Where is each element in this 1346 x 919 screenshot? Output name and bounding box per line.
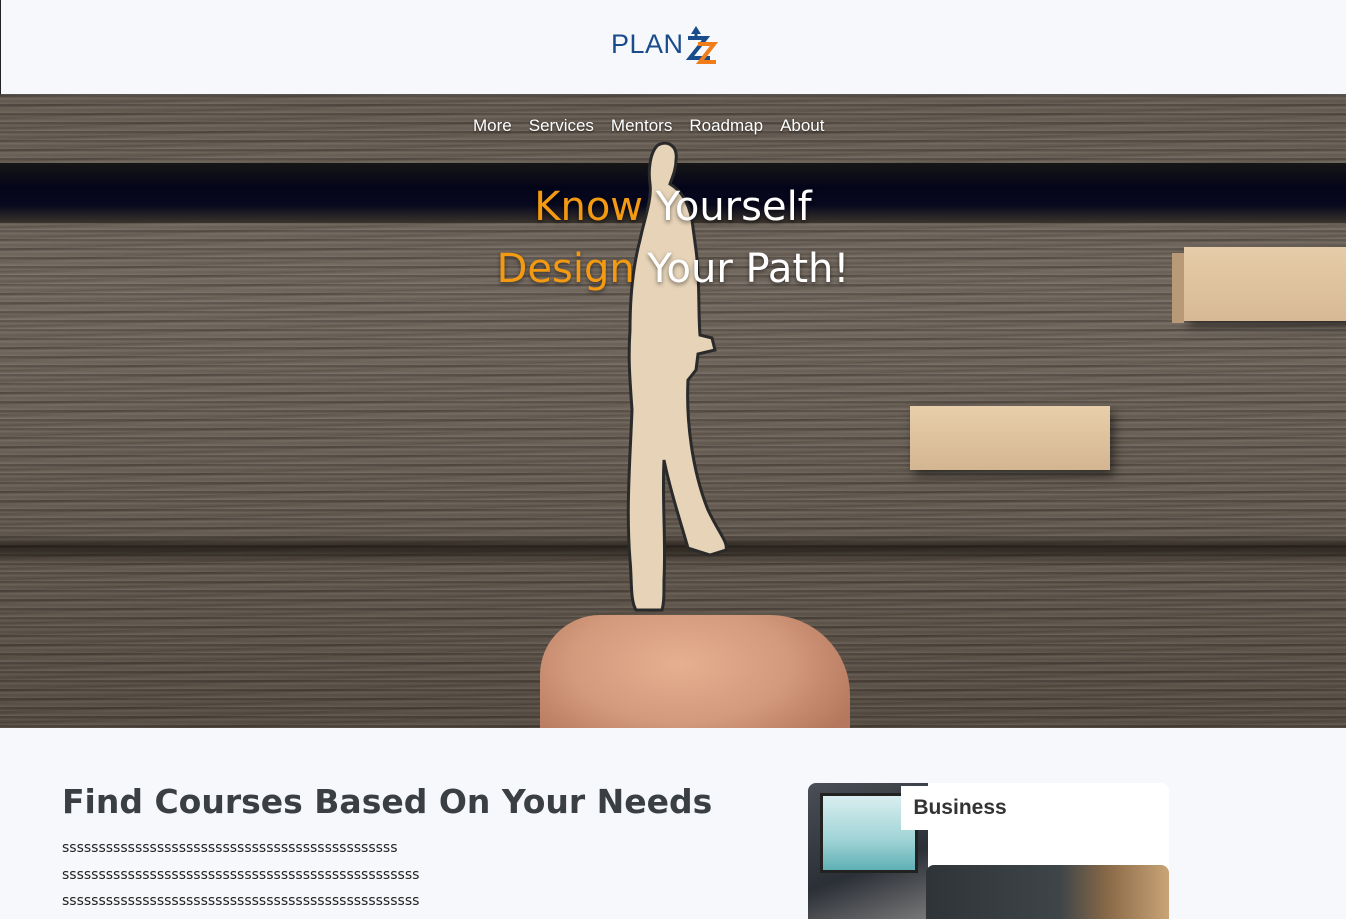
logo-text: PLAN <box>611 28 684 59</box>
nav-item-services[interactable]: Services <box>529 116 594 136</box>
category-badge: Business <box>901 786 1019 830</box>
course-card-business[interactable]: Business <box>808 783 1169 919</box>
headline-rest-path: Your Path! <box>634 246 850 292</box>
section-title: Find Courses Based On Your Needs <box>62 782 713 821</box>
finger-image <box>540 615 850 728</box>
site-header: PLAN <box>0 0 1346 95</box>
nav-item-more[interactable]: More <box>473 116 512 136</box>
section-text-line: ssssssssssssssssssssssssssssssssssssssss… <box>62 840 398 856</box>
wooden-block-lower <box>910 406 1110 470</box>
nav-item-roadmap[interactable]: Roadmap <box>689 116 763 136</box>
desk-image <box>926 865 1169 919</box>
logo-mark-icon <box>685 26 718 64</box>
main-nav: More Services Mentors Roadmap About <box>473 116 842 136</box>
section-text-line: ssssssssssssssssssssssssssssssssssssssss… <box>62 893 420 909</box>
headline-rest-yourself: Yourself <box>643 184 812 230</box>
hero-headline-line-2: Design Your Path! <box>0 238 1346 300</box>
headline-accent-design: Design <box>496 246 635 292</box>
nav-item-about[interactable]: About <box>780 116 824 136</box>
hero-headline-line-1: Know Yourself <box>0 176 1346 238</box>
nav-item-mentors[interactable]: Mentors <box>611 116 672 136</box>
section-text-line: ssssssssssssssssssssssssssssssssssssssss… <box>62 867 420 883</box>
site-logo[interactable]: PLAN <box>611 24 718 64</box>
headline-accent-know: Know <box>534 184 644 230</box>
